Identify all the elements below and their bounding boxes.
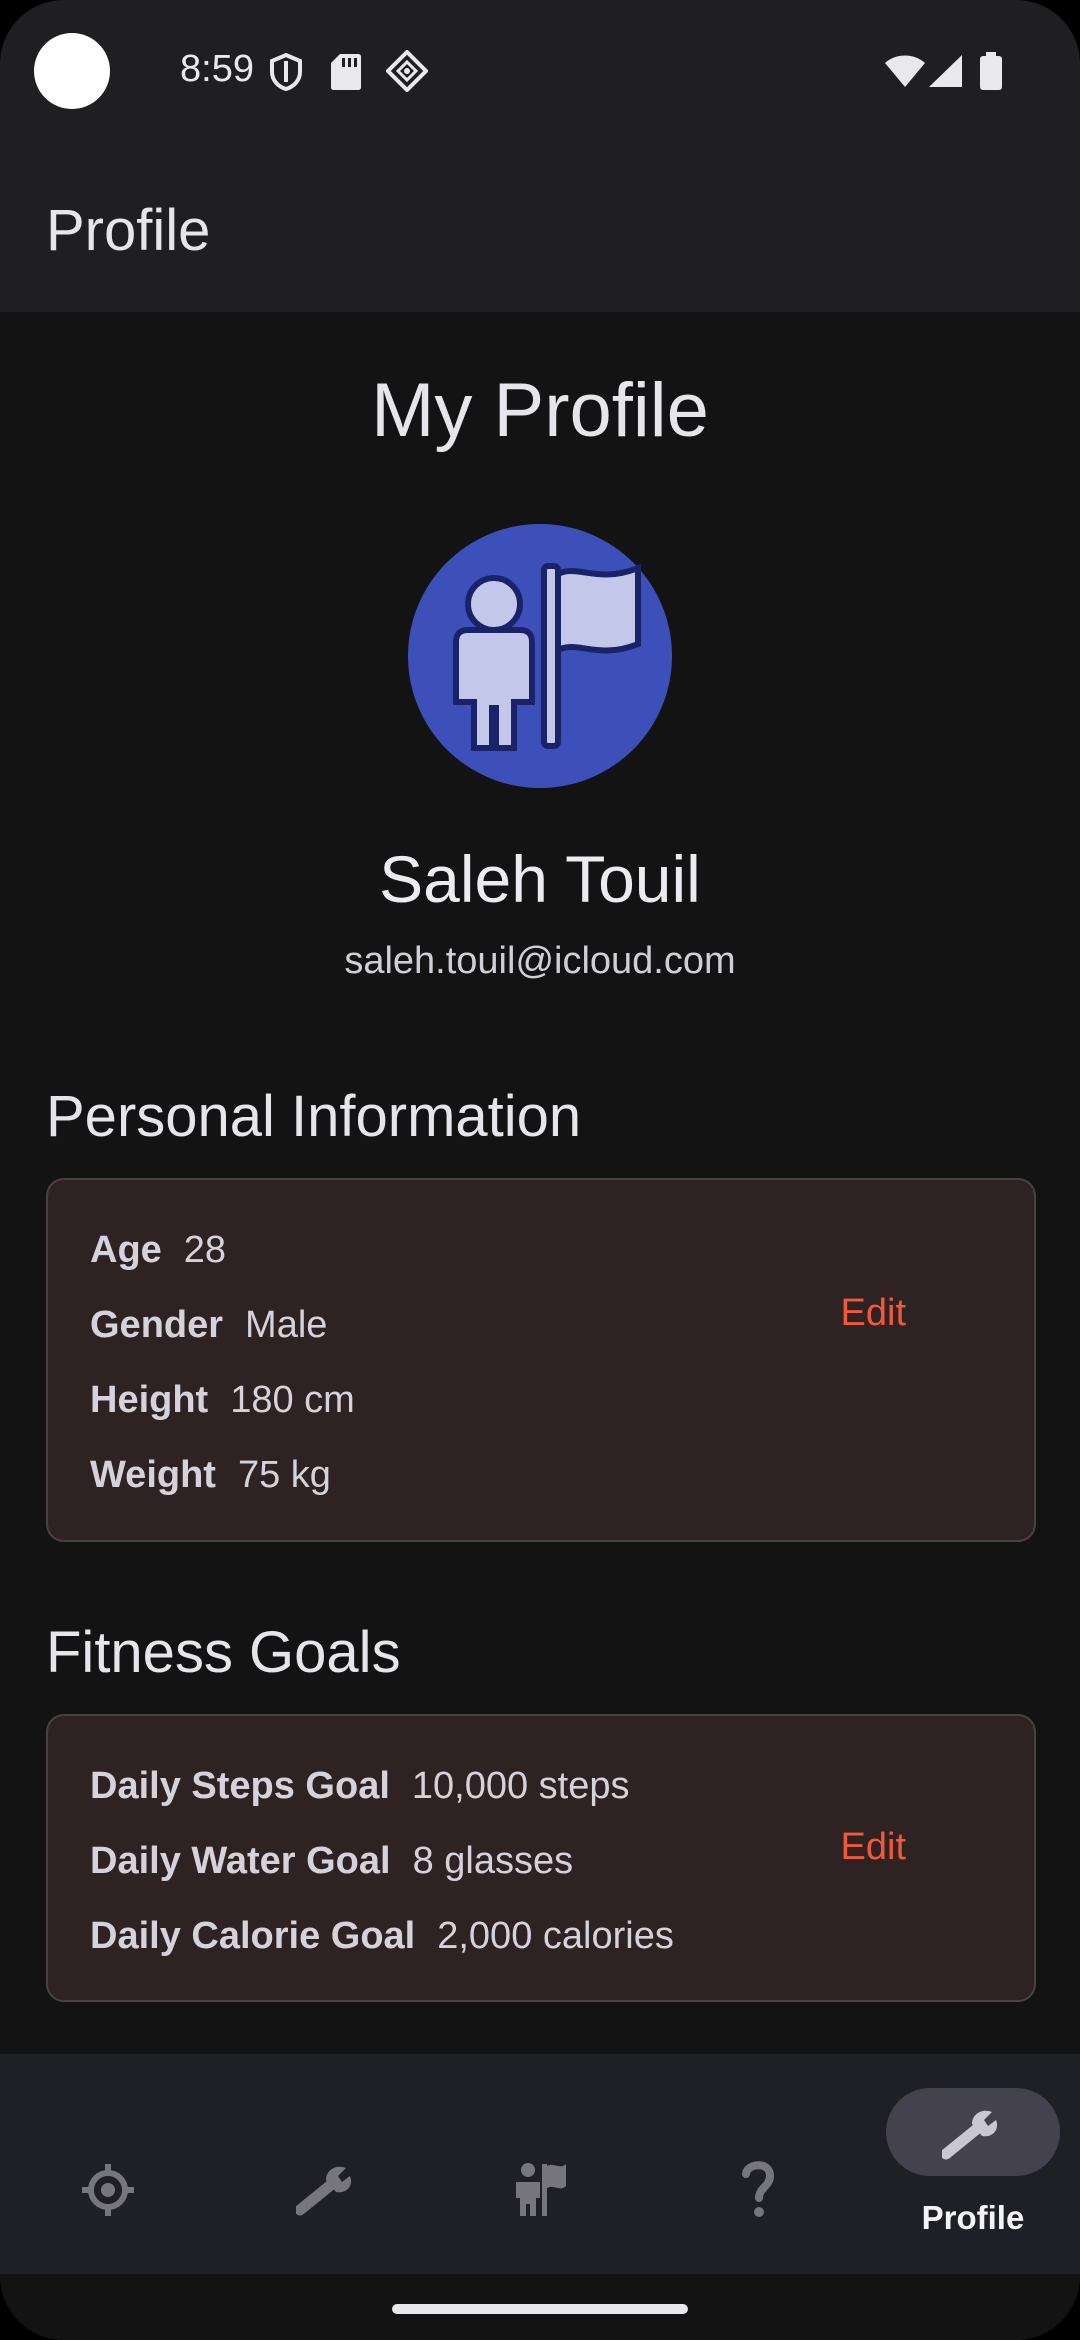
diamond-grid-icon <box>386 50 428 92</box>
signal-icon <box>929 55 962 87</box>
goal-value: 2,000 calories <box>437 1915 674 1957</box>
person-flag-icon <box>516 2163 566 2216</box>
wrench-icon <box>942 2110 998 2160</box>
goal-label: Daily Water Goal <box>90 1840 391 1882</box>
status-time: 8:59 <box>180 48 254 90</box>
personal-info-title: Personal Information <box>46 1084 582 1149</box>
personal-info-card: Age 28 Gender Male Height 180 cm Weight 75 k… <box>46 1178 1036 1542</box>
wrench-icon <box>296 2166 352 2216</box>
nav-label-profile: Profile <box>921 2199 1025 2236</box>
goal-value: 10,000 steps <box>411 1765 630 1807</box>
user-name: Saleh Touil <box>379 842 701 916</box>
page-title: My Profile <box>371 368 709 453</box>
avatar <box>408 524 672 788</box>
goal-label: Daily Calorie Goal <box>90 1915 416 1957</box>
wifi-icon <box>885 55 925 87</box>
goal-row-calories: Daily Calorie Goal 2,000 calories <box>90 1906 674 1966</box>
fitness-goals-title: Fitness Goals <box>46 1620 401 1685</box>
info-label: Gender <box>90 1304 224 1346</box>
battery-icon <box>980 52 1002 90</box>
goal-row-water: Daily Water Goal 8 glasses <box>90 1831 573 1891</box>
user-email: saleh.touil@icloud.com <box>344 940 736 982</box>
info-label: Height <box>90 1379 209 1421</box>
info-label: Weight <box>90 1454 216 1496</box>
info-value: 180 cm <box>230 1379 355 1421</box>
nav-item-profile[interactable]: Profile <box>864 2054 1080 2274</box>
nav-item-crosshair[interactable] <box>0 2054 216 2274</box>
bottom-navigation: Profile <box>0 2054 1080 2274</box>
app-bar-title: Profile <box>46 198 211 263</box>
sd-card-icon <box>331 54 361 90</box>
fitness-goals-card: Daily Steps Goal 10,000 steps Daily Water… <box>46 1714 1036 2002</box>
info-value: Male <box>245 1304 328 1346</box>
top-app-bar: Profile <box>0 140 1080 312</box>
info-row-weight: Weight 75 kg <box>90 1445 331 1505</box>
home-gesture-handle[interactable] <box>392 2304 688 2314</box>
status-bar: 8:59 <box>0 0 1080 140</box>
info-value: 75 kg <box>237 1454 331 1496</box>
screen: 8:59 Profile My Profile Saleh Touil sale… <box>0 0 1080 2340</box>
goal-label: Daily Steps Goal <box>90 1765 390 1807</box>
person-flag-icon <box>453 563 641 751</box>
info-row-height: Height 180 cm <box>90 1370 355 1430</box>
info-row-gender: Gender Male <box>90 1295 327 1355</box>
question-icon <box>742 2161 774 2217</box>
info-row-age: Age 28 <box>90 1220 226 1280</box>
crosshair-icon <box>82 2164 134 2216</box>
camera-cutout <box>34 33 110 109</box>
nav-item-wrench[interactable] <box>216 2054 432 2274</box>
edit-personal-info-button[interactable]: Edit <box>841 1288 906 1338</box>
nav-item-help[interactable] <box>648 2054 864 2274</box>
info-value: 28 <box>183 1229 227 1271</box>
shield-icon <box>270 52 302 92</box>
nav-item-person-flag[interactable] <box>432 2054 648 2274</box>
edit-fitness-goals-button[interactable]: Edit <box>841 1822 906 1872</box>
goal-value: 8 glasses <box>412 1840 574 1882</box>
info-label: Age <box>90 1229 162 1271</box>
goal-row-steps: Daily Steps Goal 10,000 steps <box>90 1756 630 1816</box>
